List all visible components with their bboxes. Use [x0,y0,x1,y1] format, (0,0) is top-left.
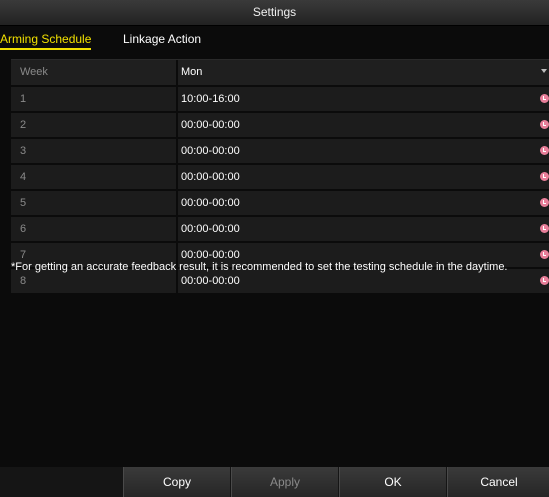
schedule-time-field[interactable]: 00:00-00:00 [181,191,240,215]
schedule-row-index: 2 [20,119,27,131]
schedule-row-index: 1 [20,93,27,105]
clock-icon[interactable] [540,94,549,103]
week-label: Week [20,66,48,78]
schedule-row: 1 10:00-16:00 [11,87,549,113]
column-divider [176,165,178,189]
schedule-row-index: 6 [20,223,27,235]
clock-icon[interactable] [540,276,549,285]
schedule-row-index: 4 [20,171,27,183]
schedule-row: 2 00:00-00:00 [11,113,549,139]
clock-icon[interactable] [540,224,549,233]
schedule-row: 5 00:00-00:00 [11,191,549,217]
schedule-note: *For getting an accurate feedback result… [11,261,508,273]
column-divider [176,87,178,111]
day-select-value[interactable]: Mon [181,60,202,84]
schedule-time-field[interactable]: 10:00-16:00 [181,87,240,111]
copy-button[interactable]: Copy [123,467,230,497]
ok-button[interactable]: OK [339,467,446,497]
schedule-row: 6 00:00-00:00 [11,217,549,243]
column-divider [176,60,178,85]
chevron-down-icon[interactable] [541,69,547,73]
schedule-time-field[interactable]: 00:00-00:00 [181,165,240,189]
schedule-time-field[interactable]: 00:00-00:00 [181,113,240,137]
column-divider [176,113,178,137]
cancel-button[interactable]: Cancel [447,467,549,497]
tab-arming-schedule[interactable]: Arming Schedule [0,31,92,50]
window-title: Settings [252,5,297,19]
clock-icon[interactable] [540,250,549,259]
apply-button[interactable]: Apply [231,467,338,497]
schedule-header-row: Week Mon [11,60,549,87]
tab-linkage-action[interactable]: Linkage Action [123,31,201,47]
schedule-row: 3 00:00-00:00 [11,139,549,165]
clock-icon[interactable] [540,198,549,207]
schedule-time-field[interactable]: 00:00-00:00 [181,139,240,163]
clock-icon[interactable] [540,146,549,155]
schedule-time-field[interactable]: 00:00-00:00 [181,217,240,241]
window-title-bar: Settings [0,0,549,26]
schedule-row-index: 3 [20,145,27,157]
column-divider [176,191,178,215]
tab-bar: Arming Schedule Linkage Action [0,28,549,50]
schedule-row-index: 5 [20,197,27,209]
clock-icon[interactable] [540,172,549,181]
column-divider [176,217,178,241]
footer-button-bar: Copy Apply OK Cancel [0,467,549,497]
schedule-row: 4 00:00-00:00 [11,165,549,191]
clock-icon[interactable] [540,120,549,129]
column-divider [176,139,178,163]
